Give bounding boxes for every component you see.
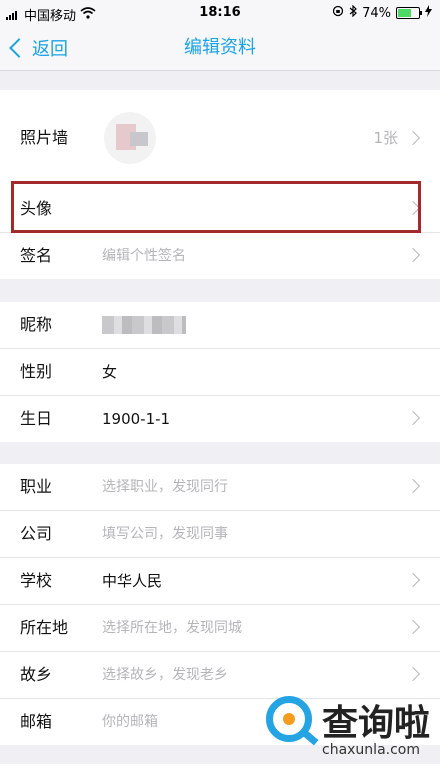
company-label: 公司 <box>20 524 53 543</box>
chevron-right-icon <box>405 130 421 146</box>
rotation-lock-icon <box>332 5 344 21</box>
gender-label: 性别 <box>20 362 53 381</box>
company-row[interactable]: 公司 填写公司，发现同事 <box>0 511 440 558</box>
occupation-value: 选择职业，发现同行 <box>102 479 228 495</box>
location-value: 选择所在地，发现同城 <box>102 620 242 636</box>
signature-row[interactable]: 签名 编辑个性签名 <box>0 233 440 279</box>
school-value: 中华人民 <box>102 572 163 590</box>
email-value: 你的邮箱 <box>102 714 158 730</box>
school-row[interactable]: 学校 中华人民 <box>0 558 440 605</box>
email-label: 邮箱 <box>20 712 53 731</box>
company-value: 填写公司，发现同事 <box>102 526 228 542</box>
photo-wall-label: 照片墙 <box>20 128 69 147</box>
chevron-right-icon <box>405 247 421 263</box>
gender-value: 女 <box>102 363 118 381</box>
navigation-bar: 返回 编辑资料 <box>0 26 440 71</box>
avatar-signature-section: 头像 签名 编辑个性签名 <box>0 186 440 279</box>
gender-row[interactable]: 性别 女 <box>0 349 440 396</box>
profile-basics-section: 昵称 性别 女 生日 1900-1-1 <box>0 302 440 442</box>
nickname-value-blurred <box>102 316 186 334</box>
photo-count: 1张 <box>373 129 398 147</box>
chevron-right-icon <box>405 200 421 216</box>
birthday-value: 1900-1-1 <box>102 410 171 428</box>
location-row[interactable]: 所在地 选择所在地，发现同城 <box>0 605 440 652</box>
watermark-url: chaxunla.com <box>322 742 420 758</box>
nickname-label: 昵称 <box>20 315 53 334</box>
avatar-label: 头像 <box>20 199 53 218</box>
battery-percent: 74% <box>362 5 391 21</box>
occupation-row[interactable]: 职业 选择职业，发现同行 <box>0 464 440 511</box>
occupation-label: 职业 <box>20 477 53 496</box>
battery-icon <box>396 7 422 19</box>
chevron-right-icon <box>405 666 421 682</box>
chevron-right-icon <box>405 478 421 494</box>
photo-wall-row[interactable]: 照片墙 1张 <box>0 90 440 186</box>
watermark-text: 查询啦 <box>322 703 431 744</box>
photo-thumbnail[interactable] <box>104 112 156 164</box>
watermark-logo: 查询啦 chaxunla.com <box>262 690 432 772</box>
photo-wall-section: 照片墙 1张 <box>0 90 440 186</box>
signature-placeholder: 编辑个性签名 <box>102 248 186 264</box>
birthday-label: 生日 <box>20 409 53 428</box>
hometown-label: 故乡 <box>20 665 53 684</box>
page-title: 编辑资料 <box>184 37 256 58</box>
school-label: 学校 <box>20 571 53 590</box>
charging-icon <box>425 5 432 21</box>
hometown-value: 选择故乡，发现老乡 <box>102 667 228 683</box>
birthday-row[interactable]: 生日 1900-1-1 <box>0 396 440 442</box>
status-right: 74% <box>332 4 432 21</box>
bluetooth-icon <box>349 4 357 21</box>
location-label: 所在地 <box>20 618 69 637</box>
nickname-row[interactable]: 昵称 <box>0 302 440 349</box>
chevron-right-icon <box>405 410 421 426</box>
chevron-right-icon <box>405 572 421 588</box>
chevron-right-icon <box>405 619 421 635</box>
status-bar: 中国移动 18:16 74% <box>0 0 440 26</box>
signature-label: 签名 <box>20 246 53 265</box>
avatar-row[interactable]: 头像 <box>0 186 440 233</box>
